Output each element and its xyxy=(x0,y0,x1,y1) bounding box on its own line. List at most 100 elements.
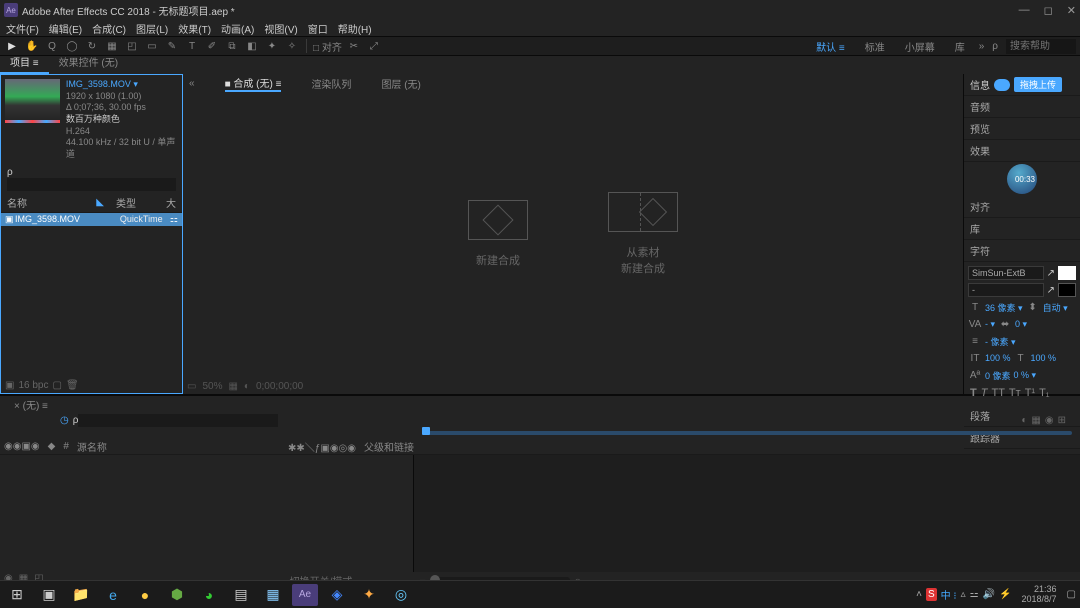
menu-composition[interactable]: 合成(C) xyxy=(92,21,126,36)
notification-icon[interactable]: ▢ xyxy=(1067,589,1076,600)
tray-icon-1[interactable]: ▵ xyxy=(961,589,966,600)
baseline-value[interactable]: 0 像素 xyxy=(985,369,1011,382)
column-size[interactable]: 大 xyxy=(166,195,176,210)
menu-layer[interactable]: 图层(L) xyxy=(136,21,168,36)
menu-animation[interactable]: 动画(A) xyxy=(221,21,254,36)
library-panel-header[interactable]: 库 xyxy=(964,218,1080,240)
menu-window[interactable]: 窗口 xyxy=(308,21,328,36)
project-search-input[interactable] xyxy=(7,178,176,191)
type-tool-icon[interactable]: T xyxy=(184,38,200,54)
puppet-tool-icon[interactable]: ✧ xyxy=(284,38,300,54)
font-size-value[interactable]: 36 像素 ▾ xyxy=(985,301,1023,314)
after-effects-taskbar-icon[interactable]: Ae xyxy=(292,584,318,606)
font-family-dropdown[interactable]: SimSun-ExtB xyxy=(968,266,1044,280)
extra-tool-1-icon[interactable]: ✂ xyxy=(346,38,362,54)
workspace-standard[interactable]: 标准 xyxy=(859,37,891,56)
maximize-button[interactable]: ◻ xyxy=(1044,4,1053,17)
eyedropper-icon[interactable]: ↗ xyxy=(1047,268,1055,279)
hscale-value[interactable]: 100 % xyxy=(1031,353,1057,363)
kerning-value[interactable]: - ▾ xyxy=(985,319,995,330)
new-folder-icon[interactable]: ▢ xyxy=(52,380,61,391)
taskview-icon[interactable]: ▣ xyxy=(36,584,62,606)
app-icon-6[interactable]: ✦ xyxy=(356,584,382,606)
magnification-icon[interactable]: ▭ xyxy=(187,381,196,392)
network-icon[interactable]: ⚍ xyxy=(970,589,979,600)
audio-panel-header[interactable]: 音频 xyxy=(964,96,1080,118)
cloud-icon[interactable] xyxy=(994,79,1010,91)
bpc-toggle[interactable]: 16 bpc xyxy=(18,380,48,391)
tray-chevron-icon[interactable]: ˄ xyxy=(916,589,922,600)
clone-tool-icon[interactable]: ⧉ xyxy=(224,38,240,54)
interpret-footage-icon[interactable]: ▣ xyxy=(5,380,14,391)
menu-effect[interactable]: 效果(T) xyxy=(178,21,211,36)
vscale-value[interactable]: 100 % xyxy=(985,353,1011,363)
switches-icons[interactable]: ✱✱＼ƒ▣◉◎◉ xyxy=(288,439,356,454)
app-icon-1[interactable]: ● xyxy=(132,584,158,606)
power-icon[interactable]: ⚡ xyxy=(999,589,1011,600)
roto-tool-icon[interactable]: ✦ xyxy=(264,38,280,54)
effects-panel-header[interactable]: 效果 xyxy=(964,140,1080,162)
stroke-width-value[interactable]: - 像素 ▾ xyxy=(985,335,1016,348)
tl-tool-4-icon[interactable]: ⊞ xyxy=(1058,415,1066,426)
channel-icon[interactable]: ◐ xyxy=(244,381,250,392)
ime-icon[interactable]: S xyxy=(926,588,937,601)
workspace-small[interactable]: 小屏幕 xyxy=(899,37,941,56)
eraser-tool-icon[interactable]: ◧ xyxy=(244,38,260,54)
tl-tool-1-icon[interactable]: ◐ xyxy=(1021,415,1027,426)
item-menu-icon[interactable]: ⚏ xyxy=(170,214,178,225)
leading-value[interactable]: 自动 ▾ xyxy=(1043,301,1068,314)
workspace-default[interactable]: 默认 ≡ xyxy=(810,37,851,56)
delete-icon[interactable]: 🗑 xyxy=(66,380,79,391)
menu-view[interactable]: 视图(V) xyxy=(264,21,297,36)
app-icon-2[interactable]: ⬢ xyxy=(164,584,190,606)
stroke-eyedropper-icon[interactable]: ↗ xyxy=(1047,285,1055,296)
tab-composition[interactable]: ■ 合成 (无) ≡ xyxy=(225,75,282,92)
workspace-library[interactable]: 库 xyxy=(949,37,971,56)
timeline-tab-none[interactable]: × (无) ≡ xyxy=(6,395,56,414)
system-clock[interactable]: 21:36 2018/8/7 xyxy=(1016,585,1063,605)
upload-button[interactable]: 拖拽上传 xyxy=(1014,77,1062,92)
brush-tool-icon[interactable]: ✐ xyxy=(204,38,220,54)
grid-icon[interactable]: ▦ xyxy=(228,381,237,392)
edge-icon[interactable]: e xyxy=(100,584,126,606)
camera-tool-icon[interactable]: ▦ xyxy=(104,38,120,54)
start-button[interactable]: ⊞ xyxy=(4,584,30,606)
font-style-dropdown[interactable]: - xyxy=(968,283,1044,297)
timeline-playhead[interactable] xyxy=(422,427,430,435)
tl-tool-2-icon[interactable]: ▦ xyxy=(1031,415,1040,426)
timeline-track-area[interactable] xyxy=(414,455,1080,572)
tsume-value[interactable]: 0 % ▾ xyxy=(1014,370,1037,381)
timecode-display[interactable]: 0;00;00;00 xyxy=(256,381,303,392)
timeline-search-input[interactable] xyxy=(78,414,278,427)
fill-color-swatch[interactable] xyxy=(1058,266,1076,280)
rect-tool-icon[interactable]: ▭ xyxy=(144,38,160,54)
tab-render-queue[interactable]: 渲染队列 xyxy=(311,76,351,91)
timeline-layer-area[interactable] xyxy=(0,455,414,572)
minimize-button[interactable]: — xyxy=(1019,4,1030,17)
tracking-value[interactable]: 0 ▾ xyxy=(1015,319,1027,330)
volume-icon[interactable]: 🔊 xyxy=(983,589,995,600)
app-icon-4[interactable]: ▦ xyxy=(260,584,286,606)
extra-tool-2-icon[interactable]: ⤢ xyxy=(366,38,382,54)
orbit-tool-icon[interactable]: ◯ xyxy=(64,38,80,54)
file-explorer-icon[interactable]: 📁 xyxy=(68,584,94,606)
parent-column[interactable]: 父级和链接 xyxy=(364,439,414,454)
ime-indicator[interactable]: 中 ⁝ xyxy=(941,587,957,602)
timeline-work-area[interactable] xyxy=(422,431,1072,435)
info-panel-label[interactable]: 信息 xyxy=(970,77,990,92)
preview-panel-header[interactable]: 预览 xyxy=(964,118,1080,140)
workspace-chevron-icon[interactable]: » xyxy=(979,41,985,52)
new-composition-button[interactable]: 新建合成 xyxy=(468,200,528,268)
resolution-dropdown[interactable]: 50% xyxy=(202,381,222,392)
menu-edit[interactable]: 编辑(E) xyxy=(49,21,82,36)
app-icon-3[interactable]: ▤ xyxy=(228,584,254,606)
rotate-tool-icon[interactable]: ↻ xyxy=(84,38,100,54)
new-comp-from-footage-button[interactable]: 从素材 新建合成 xyxy=(608,192,678,276)
stroke-color-swatch[interactable] xyxy=(1058,283,1076,297)
app-icon-5[interactable]: ◈ xyxy=(324,584,350,606)
menu-file[interactable]: 文件(F) xyxy=(6,21,39,36)
zoom-tool-icon[interactable]: Q xyxy=(44,38,60,54)
av-toggle-icons[interactable]: ◉◉▣◉ xyxy=(4,441,40,452)
project-item-row[interactable]: ▣ IMG_3598.MOV QuickTime ⚏ xyxy=(1,213,182,226)
pan-behind-tool-icon[interactable]: ◰ xyxy=(124,38,140,54)
